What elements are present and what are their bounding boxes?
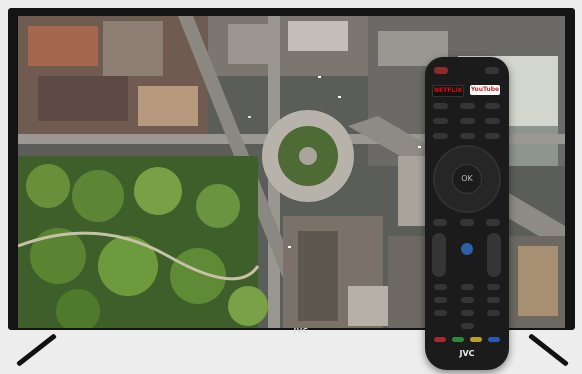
tv-stand-left-leg (16, 333, 57, 367)
input-button[interactable] (485, 67, 499, 74)
youtube-button[interactable]: YouTube (470, 85, 500, 95)
remote-button-row1-c[interactable] (485, 103, 500, 109)
remote-button-row3-c[interactable] (485, 133, 500, 139)
remote-control: NETFLIX YouTube OK JVC (425, 57, 509, 370)
number-key-8[interactable] (461, 310, 474, 316)
ok-button[interactable]: OK (453, 165, 481, 193)
remote-button-row2-c[interactable] (485, 118, 500, 124)
green-button[interactable] (452, 337, 464, 342)
number-key-1[interactable] (434, 284, 447, 290)
remote-button-row1-a[interactable] (433, 103, 448, 109)
number-key-0[interactable] (461, 323, 474, 329)
red-button[interactable] (434, 337, 446, 342)
number-key-7[interactable] (434, 310, 447, 316)
home-button[interactable] (460, 219, 474, 226)
remote-button-row3-a[interactable] (433, 133, 448, 139)
tv-stand-right-leg (528, 333, 569, 367)
number-key-6[interactable] (487, 297, 500, 303)
number-key-2[interactable] (461, 284, 474, 290)
remote-brand-logo: JVC (459, 349, 475, 358)
blue-button[interactable] (488, 337, 500, 342)
channel-rocker[interactable] (487, 233, 501, 277)
mute-button[interactable] (461, 243, 473, 255)
tv-brand-logo: JVC (293, 327, 309, 335)
power-button[interactable] (434, 67, 448, 74)
remote-button-row2-a[interactable] (433, 118, 448, 124)
number-key-3[interactable] (487, 284, 500, 290)
netflix-button[interactable]: NETFLIX (432, 85, 464, 97)
remote-button-row2-b[interactable] (460, 118, 475, 124)
remote-button-row3-b[interactable] (460, 133, 475, 139)
number-key-4[interactable] (434, 297, 447, 303)
number-key-5[interactable] (461, 297, 474, 303)
number-key-9[interactable] (487, 310, 500, 316)
remote-button-row1-b[interactable] (460, 103, 475, 109)
yellow-button[interactable] (470, 337, 482, 342)
menu-button[interactable] (486, 219, 500, 226)
directional-pad[interactable]: OK (433, 145, 501, 213)
volume-rocker[interactable] (432, 233, 446, 277)
back-button[interactable] (433, 219, 447, 226)
